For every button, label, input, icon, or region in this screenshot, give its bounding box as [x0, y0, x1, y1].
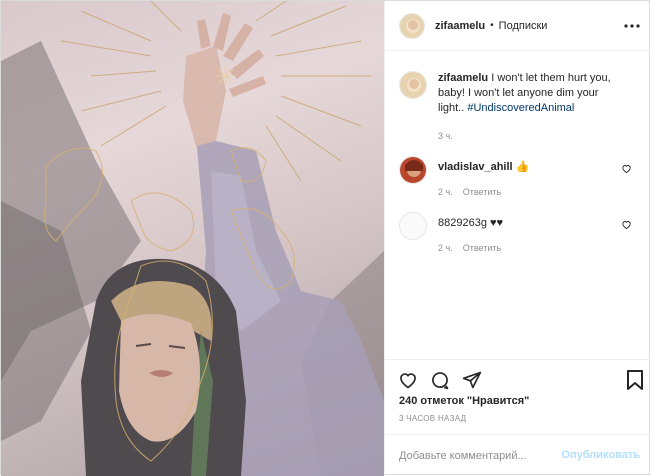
reply-button[interactable]: Ответить	[463, 243, 501, 253]
posted-time: 3 ЧАСОВ НАЗАД	[399, 414, 467, 423]
post-header: zifaamelu • Подписки	[385, 1, 650, 51]
caption-time: 3 ч.	[438, 131, 453, 141]
heart-icon[interactable]	[397, 369, 419, 391]
share-icon[interactable]	[461, 369, 483, 391]
comment-like-heart-icon[interactable]	[621, 163, 632, 177]
comments-section: zifaamelu I won't let them hurt you, bab…	[385, 51, 650, 359]
comment-username[interactable]: 8829263g	[438, 217, 487, 229]
comment-input[interactable]	[399, 449, 559, 462]
comment-time: 2 ч.	[438, 243, 453, 253]
caption-username[interactable]: zifaamelu	[438, 72, 488, 84]
comment-item: vladislav_ahill 👍 2 ч. Ответить	[399, 156, 638, 197]
header-username[interactable]: zifaamelu	[435, 20, 485, 32]
reply-button[interactable]: Ответить	[463, 187, 501, 197]
more-options-icon[interactable]	[622, 16, 642, 36]
add-comment-bar: Опубликовать	[385, 434, 650, 476]
comment-icon[interactable]	[429, 369, 451, 391]
comment-text: ♥♥	[490, 217, 504, 229]
comment-item: 8829263g ♥♥ 2 ч. Ответить	[399, 212, 638, 253]
post-side-panel: zifaamelu • Подписки zifaamelu I won't l…	[384, 1, 650, 476]
follow-status-button[interactable]: Подписки	[499, 20, 548, 32]
photo-illustration	[1, 1, 384, 476]
comment-like-heart-icon[interactable]	[621, 219, 632, 233]
caption-hashtag[interactable]: #UndiscoveredAnimal	[467, 102, 574, 114]
instagram-post: zifaamelu • Подписки zifaamelu I won't l…	[0, 0, 650, 476]
publish-button[interactable]: Опубликовать	[561, 449, 640, 461]
caption-avatar[interactable]	[399, 71, 427, 99]
avatar[interactable]	[399, 12, 425, 39]
likes-count[interactable]: 240 отметок "Нравится"	[399, 395, 529, 407]
comment-avatar[interactable]	[399, 212, 427, 240]
post-actions	[385, 359, 650, 399]
bookmark-icon[interactable]	[626, 369, 644, 394]
post-caption: zifaamelu I won't let them hurt you, bab…	[399, 71, 638, 116]
post-photo[interactable]	[1, 1, 384, 476]
comment-text: 👍	[515, 161, 530, 173]
caption-text: zifaamelu I won't let them hurt you, bab…	[438, 71, 623, 116]
header-separator: •	[490, 20, 494, 31]
comment-time: 2 ч.	[438, 187, 453, 197]
comment-avatar[interactable]	[399, 156, 427, 184]
comment-username[interactable]: vladislav_ahill	[438, 161, 513, 173]
